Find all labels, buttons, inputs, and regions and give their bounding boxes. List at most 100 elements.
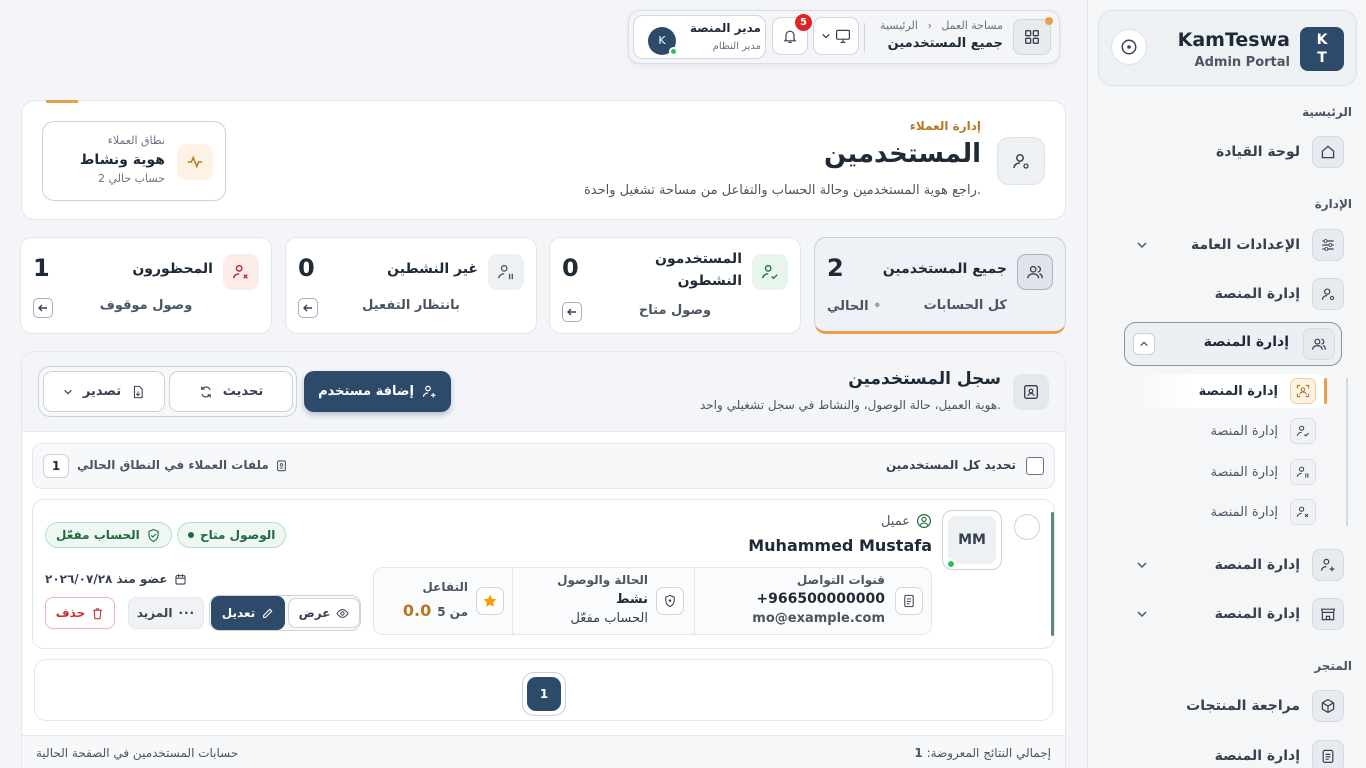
account-status-badge: الحساب مفعّل bbox=[45, 522, 172, 548]
edit-button[interactable]: تعديل bbox=[211, 596, 285, 630]
stat-card-all-users[interactable]: جميع المستخدمين 2 كل الحسابات الحالي • bbox=[814, 237, 1066, 334]
delete-button[interactable]: حذف bbox=[45, 597, 115, 629]
sidebar-item-dashboard[interactable]: لوحة القيادة bbox=[1216, 132, 1344, 172]
sidebar-item-platform-6[interactable]: إدارة المنصة bbox=[1215, 736, 1344, 768]
avatar: MM bbox=[942, 510, 1002, 570]
user-plus-icon bbox=[1312, 549, 1344, 581]
sidebar-item-general-settings[interactable]: الإعدادات العامة bbox=[1128, 225, 1344, 265]
user-check-icon bbox=[1290, 418, 1316, 444]
id-card-icon bbox=[1013, 374, 1049, 410]
sidebar-item-platform-1[interactable]: إدارة المنصة bbox=[1215, 274, 1344, 314]
sliders-icon bbox=[1312, 229, 1344, 261]
user-info-box: قنوات التواصل +966500000000 mo@example.c… bbox=[373, 567, 932, 635]
member-since: عضو منذ ٢٠٢٦/٠٧/٢٨ bbox=[45, 572, 187, 586]
section-label-admin: الإدارة bbox=[1314, 197, 1352, 211]
registry-footer: إجمالي النتائج المعروضة: 1 حسابات المستخ… bbox=[22, 735, 1065, 768]
user-email: mo@example.com bbox=[752, 611, 885, 626]
brand-logo: K T bbox=[1300, 27, 1344, 71]
submenu-active-indicator bbox=[1324, 378, 1327, 404]
brand-name: KamTeswa bbox=[1177, 29, 1290, 51]
page-header-card: إدارة العملاء المستخدمين راجع هوية المست… bbox=[21, 100, 1066, 220]
submenu-item-2[interactable]: إدارة المنصة bbox=[1211, 414, 1316, 448]
chevron-down-icon bbox=[1136, 608, 1148, 620]
users-icon bbox=[1017, 254, 1053, 290]
user-x-icon bbox=[1290, 499, 1316, 525]
eye-icon bbox=[336, 608, 349, 618]
sidebar: K T KamTeswa Admin Portal الرئيسية لوحة … bbox=[1087, 0, 1366, 768]
user-pause-icon bbox=[1290, 459, 1316, 485]
shield-icon bbox=[656, 587, 684, 615]
grid-icon bbox=[1025, 30, 1039, 44]
submenu-item-3[interactable]: إدارة المنصة bbox=[1211, 455, 1316, 489]
top-bar: مساحة العمل ‹ الرئيسية جميع المستخدمين 5… bbox=[628, 10, 1060, 64]
store-icon bbox=[1312, 598, 1344, 630]
user-name: Muhammed Mustafa bbox=[748, 536, 932, 555]
scope-label: نطاق العملاء bbox=[107, 134, 165, 147]
section-label-home: الرئيسية bbox=[1302, 105, 1352, 119]
brand-subtitle: Admin Portal bbox=[1194, 55, 1290, 70]
stat-card-banned-users[interactable]: المحظورون 1 وصول موقوف bbox=[20, 237, 272, 334]
arrow-left-icon[interactable] bbox=[298, 298, 318, 318]
stat-value: 0 bbox=[562, 254, 579, 282]
breadcrumb-home[interactable]: الرئيسية bbox=[880, 19, 918, 32]
breadcrumb: مساحة العمل ‹ الرئيسية bbox=[880, 19, 1003, 32]
submenu-item-1[interactable]: إدارة المنصة bbox=[1199, 374, 1316, 408]
view-edit-group: عرض تعديل bbox=[209, 595, 361, 631]
registry-subtitle: هوية العميل، حالة الوصول، والنشاط في سجل… bbox=[699, 398, 1001, 412]
target-icon bbox=[1121, 39, 1137, 55]
online-indicator bbox=[669, 47, 678, 56]
submenu-guide-line bbox=[1346, 378, 1348, 526]
contact-card-icon bbox=[895, 587, 923, 615]
contact-channels: قنوات التواصل +966500000000 mo@example.c… bbox=[695, 568, 931, 634]
more-button[interactable]: المزيد ··· bbox=[128, 597, 204, 629]
select-all-label: تحديد كل المستخدمين bbox=[885, 458, 1016, 472]
user-x-icon bbox=[223, 254, 259, 290]
page-note: حسابات المستخدمين في الصفحة الحالية bbox=[36, 746, 239, 760]
stat-current-tag: الحالي • bbox=[827, 299, 882, 314]
submenu-item-4[interactable]: إدارة المنصة bbox=[1211, 495, 1316, 529]
user-status: نشط bbox=[615, 592, 648, 607]
user-menu-button[interactable]: K مدير المنصة مدير النظام bbox=[633, 15, 766, 59]
monitor-icon bbox=[836, 29, 850, 43]
view-button[interactable]: عرض bbox=[288, 598, 360, 628]
stat-card-inactive-users[interactable]: غير النشطين 0 بانتظار التفعيل bbox=[285, 237, 537, 334]
arrow-left-icon[interactable] bbox=[562, 302, 582, 322]
engagement: التفاعل 0.0 من 5 bbox=[373, 568, 512, 634]
registry-title: سجل المستخدمين bbox=[848, 369, 1001, 389]
topbar-divider bbox=[864, 23, 865, 53]
id-badge-icon bbox=[276, 459, 286, 471]
online-indicator bbox=[946, 559, 956, 569]
page-kicker: إدارة العملاء bbox=[909, 119, 981, 133]
sidebar-item-platform-4[interactable]: إدارة المنصة bbox=[1128, 545, 1344, 585]
activity-icon bbox=[177, 144, 213, 180]
refresh-button[interactable]: تحديث bbox=[169, 371, 293, 412]
user-pause-icon bbox=[488, 254, 524, 290]
display-mode-button[interactable] bbox=[813, 17, 859, 55]
arrow-left-icon[interactable] bbox=[33, 298, 53, 318]
export-button[interactable]: تصدير bbox=[43, 371, 165, 412]
page-button-current[interactable]: 1 bbox=[527, 677, 561, 711]
status-accent-bar bbox=[1051, 512, 1054, 636]
user-rating: 0.0 bbox=[402, 601, 432, 620]
user-gear-icon bbox=[1312, 278, 1344, 310]
select-all-checkbox[interactable] bbox=[1026, 457, 1044, 475]
refresh-icon bbox=[201, 385, 211, 398]
add-user-button[interactable]: إضافة مستخدم bbox=[304, 371, 451, 412]
user-plus-icon bbox=[422, 385, 436, 398]
page-subtitle: راجع هوية المستخدمين وحالة الحساب والتفا… bbox=[583, 183, 981, 198]
selection-bar: تحديد كل المستخدمين 1 ملفات العملاء في ا… bbox=[32, 443, 1055, 489]
sidebar-toggle-button[interactable] bbox=[1111, 29, 1147, 65]
stat-card-active-users[interactable]: المستخدمون النشطون 0 وصول متاح bbox=[549, 237, 801, 334]
users-registry-panel: سجل المستخدمين هوية العميل، حالة الوصول،… bbox=[21, 351, 1066, 768]
ellipsis-icon: ··· bbox=[178, 606, 196, 620]
status-access: الحالة والوصول نشط الحساب مفعّل bbox=[513, 568, 694, 634]
notification-count-badge: 5 bbox=[795, 14, 812, 31]
apps-grid-button[interactable] bbox=[1013, 17, 1053, 55]
file-export-icon bbox=[134, 385, 143, 398]
sidebar-item-platform-active[interactable]: إدارة المنصة bbox=[1124, 322, 1342, 366]
chevron-up-icon bbox=[1133, 333, 1155, 355]
user-select-checkbox[interactable] bbox=[1014, 514, 1040, 540]
sidebar-item-platform-5[interactable]: إدارة المنصة bbox=[1128, 594, 1344, 634]
breadcrumb-workspace[interactable]: مساحة العمل bbox=[941, 19, 1003, 32]
sidebar-item-product-review[interactable]: مراجعة المنتجات bbox=[1186, 686, 1344, 726]
